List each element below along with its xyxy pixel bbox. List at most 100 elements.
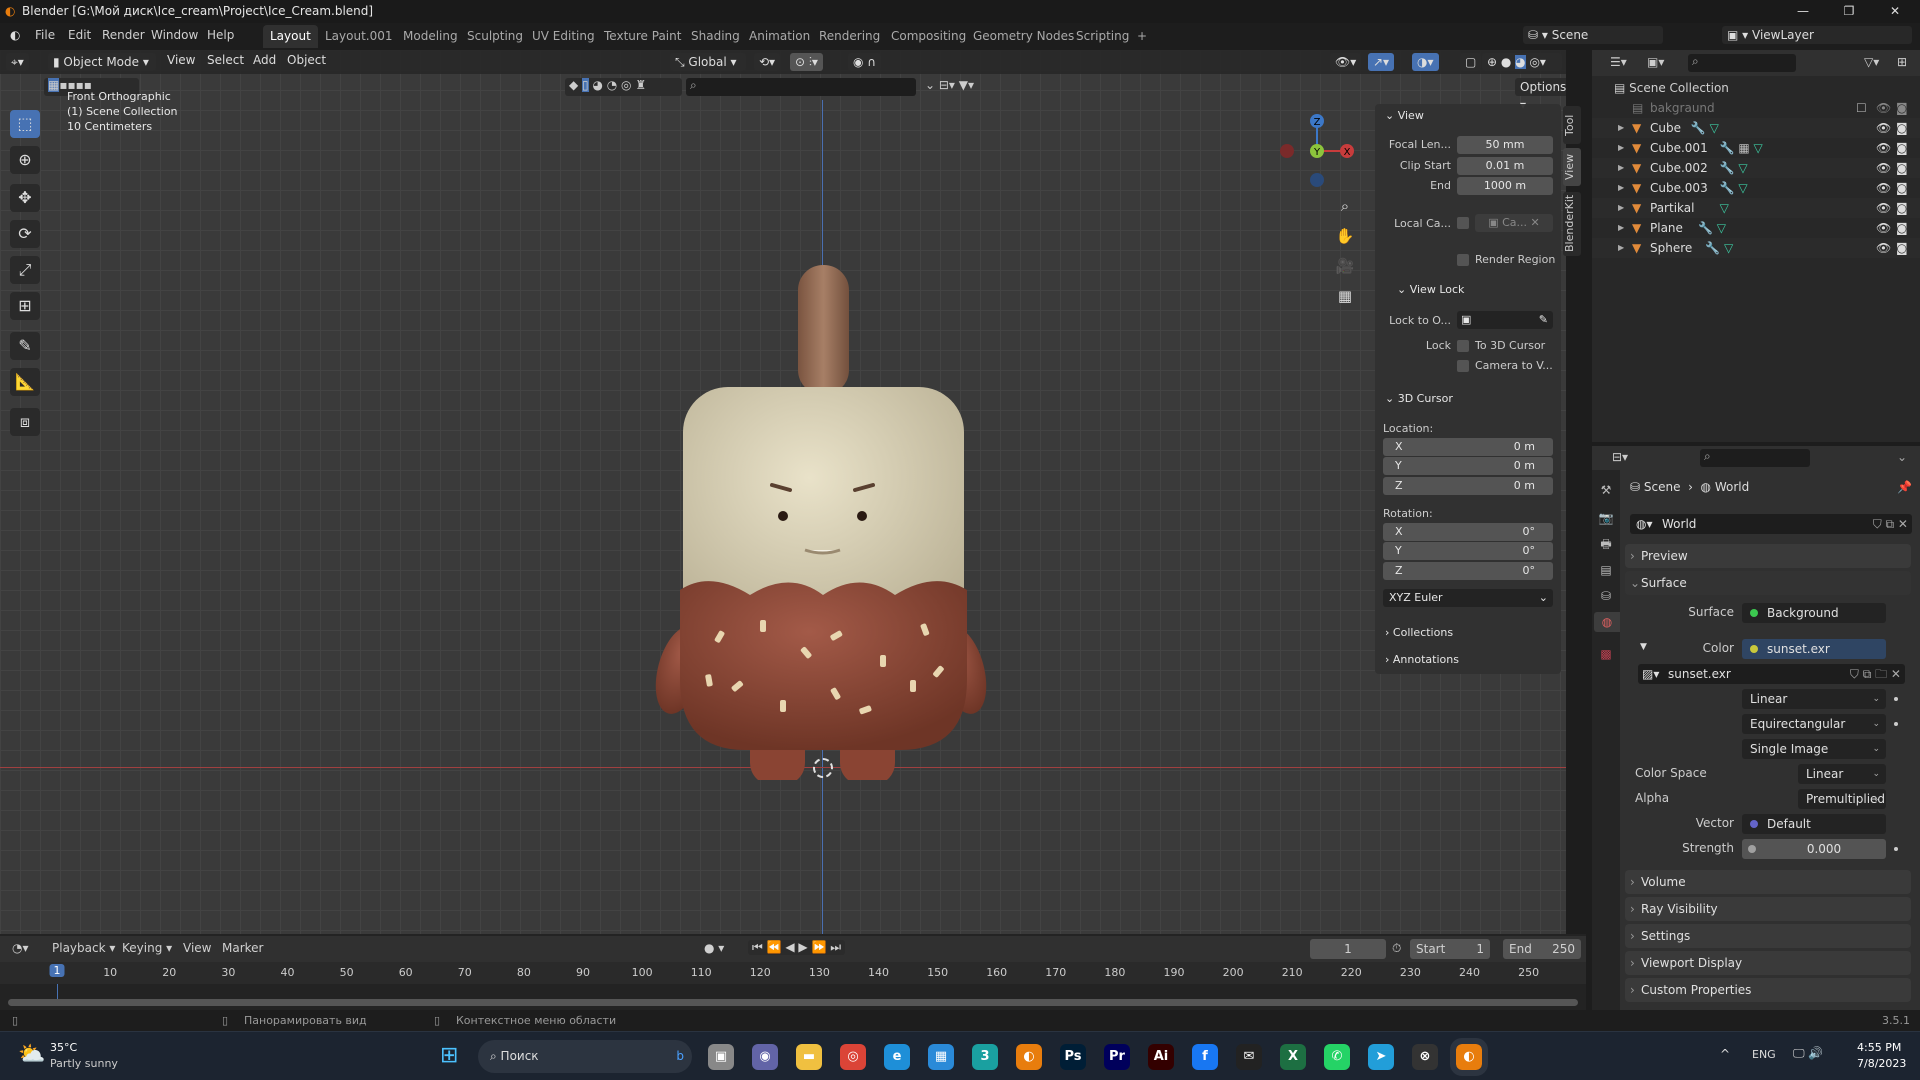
- cursor-rotation-x[interactable]: X 0°: [1383, 523, 1553, 541]
- weather-text[interactable]: Partly sunny: [50, 1057, 118, 1070]
- menu-file[interactable]: File: [35, 28, 55, 42]
- timeline-menu-playback[interactable]: Playback ▾: [52, 941, 115, 955]
- taskbar-app-icon[interactable]: ◉: [752, 1044, 778, 1070]
- end-frame-field[interactable]: End 250: [1503, 939, 1581, 959]
- taskbar-app-icon[interactable]: ➤: [1368, 1044, 1394, 1070]
- cursor-rotation-y[interactable]: Y 0°: [1383, 542, 1553, 560]
- tab-output-icon[interactable]: 🖶: [1596, 534, 1616, 554]
- viewport-menu-select[interactable]: Select: [207, 53, 244, 67]
- cursor-location-y[interactable]: Y 0 m: [1383, 457, 1553, 475]
- move-tool[interactable]: ✥: [10, 184, 40, 212]
- clip-start-field[interactable]: 0.01 m: [1457, 157, 1553, 175]
- surface-section[interactable]: ⌄ Surface: [1625, 571, 1911, 595]
- eye-icon[interactable]: 👁: [1876, 158, 1891, 178]
- taskbar-app-icon[interactable]: ◐: [1450, 1038, 1488, 1076]
- camera-render-icon[interactable]: ◙: [1896, 138, 1908, 158]
- annotate-tool[interactable]: ✎: [10, 332, 40, 360]
- editor-type-button[interactable]: ◔▾: [12, 941, 29, 955]
- camera-render-icon[interactable]: ◙: [1896, 238, 1908, 258]
- workspace-tab-geometry-nodes[interactable]: Geometry Nodes: [966, 25, 1081, 48]
- transform-orientation-dropdown[interactable]: ⤡ Global ▾: [670, 53, 746, 71]
- timeline-menu-view[interactable]: View: [183, 941, 211, 955]
- tab-render-icon[interactable]: 📷: [1596, 508, 1616, 528]
- eye-icon[interactable]: 👁: [1876, 138, 1891, 158]
- camera-render-icon[interactable]: ◙: [1896, 198, 1908, 218]
- breadcrumb-world[interactable]: World: [1715, 480, 1749, 494]
- ice-cream-model[interactable]: [640, 210, 1000, 780]
- projection-dropdown[interactable]: Equirectangular ⌄: [1742, 714, 1886, 734]
- modifier-icons[interactable]: 🔧 ▦ ▽: [1720, 138, 1763, 158]
- camera-to-view-checkbox[interactable]: [1457, 360, 1469, 372]
- outliner-scene-collection[interactable]: ▤ Scene Collection: [1592, 78, 1920, 98]
- preview-section[interactable]: › Preview: [1625, 544, 1911, 568]
- 3d-viewport[interactable]: ⌖▾ ▮ Object Mode ▾ View Select Add Objec…: [0, 50, 1566, 934]
- view-section-header[interactable]: ⌄ View: [1385, 109, 1424, 122]
- expand-arrow-icon[interactable]: ▶: [1618, 198, 1624, 218]
- alpha-dropdown[interactable]: Premultiplied ⌄: [1798, 789, 1886, 809]
- clock-time[interactable]: 4:55 PM: [1857, 1041, 1901, 1054]
- shading-mode-buttons[interactable]: ⊕ ● ◕ ◎▾: [1482, 53, 1562, 71]
- timeline-menu-keying[interactable]: Keying ▾: [122, 941, 172, 955]
- taskbar-app-icon[interactable]: e: [884, 1044, 910, 1070]
- menu-edit[interactable]: Edit: [68, 28, 91, 42]
- eye-icon[interactable]: 👁: [1876, 98, 1891, 118]
- tab-view-layer-icon[interactable]: ▤: [1596, 560, 1616, 580]
- start-frame-field[interactable]: Start 1: [1410, 939, 1490, 959]
- ortho-grid-icon[interactable]: ▦: [1332, 283, 1358, 309]
- blender-menu-icon[interactable]: ◐: [10, 28, 20, 42]
- modifier-icons[interactable]: 🔧 ▽: [1720, 178, 1748, 198]
- eye-icon[interactable]: 👁: [1876, 198, 1891, 218]
- ray-visibility-section[interactable]: › Ray Visibility: [1625, 897, 1911, 921]
- eyedropper-icon[interactable]: ✎: [1539, 311, 1548, 329]
- 3d-cursor-icon[interactable]: [813, 758, 833, 778]
- outliner-item[interactable]: ▶ ▼ Partikal ▽ 👁 ◙: [1592, 198, 1920, 218]
- tab-scene-icon[interactable]: ⛁: [1596, 586, 1616, 606]
- eye-icon[interactable]: 👁: [1876, 178, 1891, 198]
- datablock-actions[interactable]: ⛉ ⧉ ✕: [1873, 514, 1908, 534]
- viewport-display-section[interactable]: › Viewport Display: [1625, 951, 1911, 975]
- visibility-filter-buttons[interactable]: ◆ ▯ ◕ ◔ ◎ ♜: [565, 78, 682, 96]
- volume-section[interactable]: › Volume: [1625, 870, 1911, 894]
- options-dropdown[interactable]: Options ▾: [1515, 78, 1566, 112]
- outliner-item[interactable]: ▶ ▼ Plane 🔧 ▽ 👁 ◙: [1592, 218, 1920, 238]
- cursor-location-z[interactable]: Z 0 m: [1383, 477, 1553, 495]
- minimize-button[interactable]: —: [1780, 0, 1826, 23]
- image-datablock-field[interactable]: ▨▾ sunset.exr ⛉ ⧉ 🗀 ✕: [1638, 664, 1905, 684]
- eye-icon[interactable]: 👁: [1876, 238, 1891, 258]
- taskbar-app-icon[interactable]: ✆: [1324, 1044, 1350, 1070]
- outliner-search-input[interactable]: ⌕: [1688, 54, 1796, 72]
- local-camera-checkbox[interactable]: [1457, 217, 1469, 229]
- annotations-section[interactable]: › Annotations: [1385, 653, 1459, 666]
- expand-arrow-icon[interactable]: ▶: [1618, 158, 1624, 178]
- tray-overflow-icon[interactable]: ^: [1720, 1047, 1730, 1061]
- display-mode-button[interactable]: ☰▾: [1610, 55, 1627, 69]
- editor-type-button[interactable]: ⌖▾: [6, 53, 29, 71]
- viewport-menu-add[interactable]: Add: [253, 53, 276, 67]
- maximize-button[interactable]: ❐: [1826, 0, 1872, 23]
- workspace-tab-modeling[interactable]: Modeling: [396, 25, 465, 48]
- camera-render-icon[interactable]: ◙: [1896, 178, 1908, 198]
- expand-arrow-icon[interactable]: ▶: [1618, 118, 1624, 138]
- timeline-scrollbar[interactable]: [8, 999, 1578, 1006]
- taskbar-app-icon[interactable]: ▬: [796, 1044, 822, 1070]
- proportional-edit-button[interactable]: ◉ ∩: [848, 53, 882, 71]
- view-layer-selector[interactable]: ▣ ▾ ViewLayer: [1722, 26, 1912, 44]
- workspace-tab-shading[interactable]: Shading: [684, 25, 747, 48]
- workspace-tab--[interactable]: +: [1130, 25, 1154, 48]
- menu-render[interactable]: Render: [102, 28, 145, 42]
- filter-icon[interactable]: ▽▾: [1864, 55, 1879, 69]
- weather-icon[interactable]: ⛅: [18, 1042, 45, 1067]
- cursor-rotation-z[interactable]: Z 0°: [1383, 562, 1553, 580]
- tab-blenderkit[interactable]: BlenderKit: [1563, 192, 1581, 256]
- image-actions[interactable]: ⛉ ⧉ 🗀 ✕: [1850, 664, 1901, 684]
- 3d-cursor-header[interactable]: ⌄ 3D Cursor: [1385, 392, 1453, 405]
- viewport-menu-object[interactable]: Object: [287, 53, 326, 67]
- mode-dropdown[interactable]: ▮ Object Mode ▾: [48, 53, 156, 71]
- outliner-item[interactable]: ▶ ▼ Sphere 🔧 ▽ 👁 ◙: [1592, 238, 1920, 258]
- outliner-item[interactable]: ▶ ▼ Cube 🔧 ▽ 👁 ◙: [1592, 118, 1920, 138]
- taskbar-app-icon[interactable]: ▦: [928, 1044, 954, 1070]
- current-frame-field[interactable]: 1: [1310, 939, 1386, 959]
- workspace-tab-uv-editing[interactable]: UV Editing: [525, 25, 602, 48]
- network-volume-icons[interactable]: 🖵 🔊: [1793, 1046, 1823, 1061]
- menu-help[interactable]: Help: [207, 28, 234, 42]
